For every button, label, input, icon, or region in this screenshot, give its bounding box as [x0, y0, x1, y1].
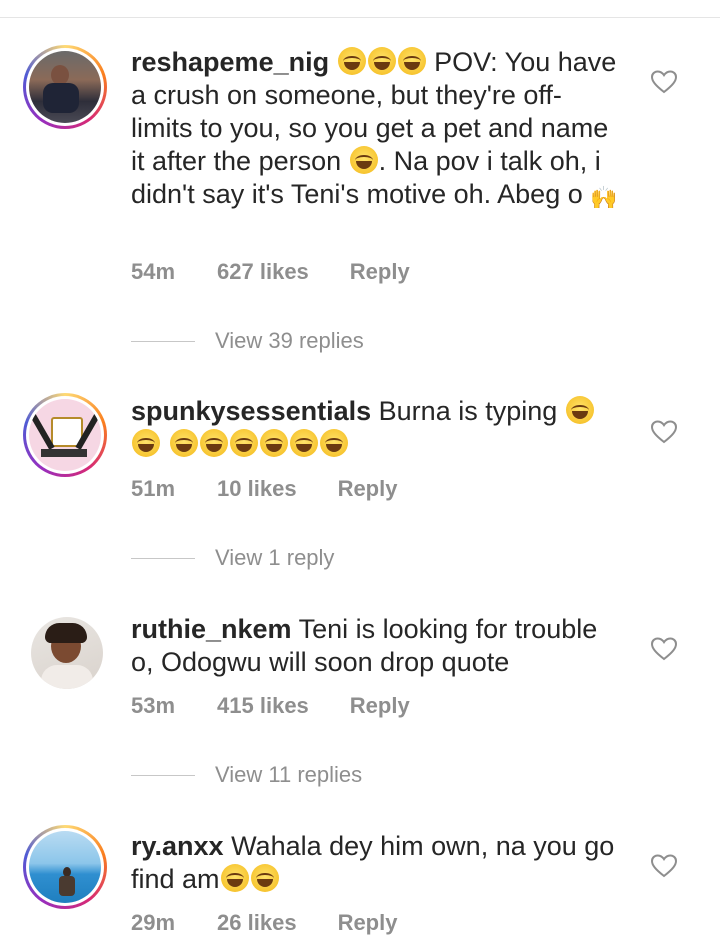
laughing-emoji-icon — [229, 429, 258, 457]
reply-button[interactable]: Reply — [350, 259, 410, 285]
comment-time: 53m — [131, 693, 176, 718]
laughing-emoji-icon — [319, 429, 348, 457]
reply-button[interactable]: Reply — [338, 476, 398, 502]
laughing-emoji-icon — [169, 429, 198, 457]
laughing-emoji-icon — [259, 429, 288, 457]
laughing-emoji-icon — [250, 864, 279, 892]
laughing-emoji-icon — [397, 47, 426, 75]
laughing-emoji-icon — [337, 47, 366, 75]
laughing-emoji-icon — [132, 429, 160, 457]
like-count[interactable]: 627 likes — [217, 259, 309, 285]
woman-photo-icon — [29, 51, 101, 123]
like-count[interactable]: 415 likes — [217, 693, 309, 719]
username[interactable]: ry.anxx — [131, 831, 224, 861]
laughing-emoji-icon — [349, 146, 378, 174]
avatar[interactable] — [31, 617, 103, 689]
comment-time: 54m — [131, 259, 176, 284]
view-replies-button[interactable]: View 11 replies — [131, 762, 362, 788]
laughing-emoji-icon — [220, 864, 249, 892]
username[interactable]: reshapeme_nig — [131, 47, 329, 77]
reply-button[interactable]: Reply — [350, 693, 410, 719]
comment-text: ruthie_nkem Teni is looking for trouble … — [131, 613, 621, 679]
avatar[interactable] — [23, 45, 107, 129]
comment-text: reshapeme_nig POV: You have a crush on s… — [131, 46, 621, 211]
woman-portrait-icon — [31, 617, 103, 689]
avatar[interactable] — [23, 825, 107, 909]
like-heart-icon[interactable] — [651, 637, 677, 661]
avatar[interactable] — [23, 393, 107, 477]
laughing-emoji-icon — [367, 47, 396, 75]
view-replies-label: View 11 replies — [215, 762, 363, 787]
laughing-emoji-icon — [199, 429, 228, 457]
comment-meta: 51m 10 likes Reply — [131, 476, 397, 502]
comment-body: Burna is typing — [378, 396, 558, 426]
comment-meta: 53m 415 likes Reply — [131, 693, 410, 719]
replies-divider — [131, 340, 195, 342]
replies-divider — [131, 774, 195, 776]
comment-time: 51m — [131, 476, 176, 501]
comment-text: ry.anxx Wahala dey him own, na you go fi… — [131, 830, 621, 896]
like-heart-icon[interactable] — [651, 854, 677, 878]
comment-meta: 54m 627 likes Reply — [131, 259, 410, 285]
comment-time: 29m — [131, 910, 176, 935]
laughing-emoji-icon — [565, 396, 594, 424]
view-replies-button[interactable]: View 1 reply — [131, 545, 334, 571]
like-count[interactable]: 26 likes — [217, 910, 297, 936]
view-replies-label: View 1 reply — [215, 545, 335, 570]
reply-button[interactable]: Reply — [338, 910, 398, 936]
username[interactable]: spunkysessentials — [131, 396, 371, 426]
view-replies-button[interactable]: View 39 replies — [131, 328, 364, 354]
laughing-emoji-icon — [289, 429, 318, 457]
top-divider — [0, 17, 720, 18]
username[interactable]: ruthie_nkem — [131, 614, 292, 644]
like-count[interactable]: 10 likes — [217, 476, 297, 502]
view-replies-label: View 39 replies — [215, 328, 364, 353]
replies-divider — [131, 557, 195, 559]
comment-meta: 29m 26 likes Reply — [131, 910, 397, 936]
like-heart-icon[interactable] — [651, 420, 677, 444]
like-heart-icon[interactable] — [651, 70, 677, 94]
salon-tools-logo-icon — [29, 399, 101, 471]
beach-photo-icon — [29, 831, 101, 903]
comment-text: spunkysessentials Burna is typing — [131, 395, 621, 461]
raised-hands-icon: 🙌 — [590, 185, 618, 210]
